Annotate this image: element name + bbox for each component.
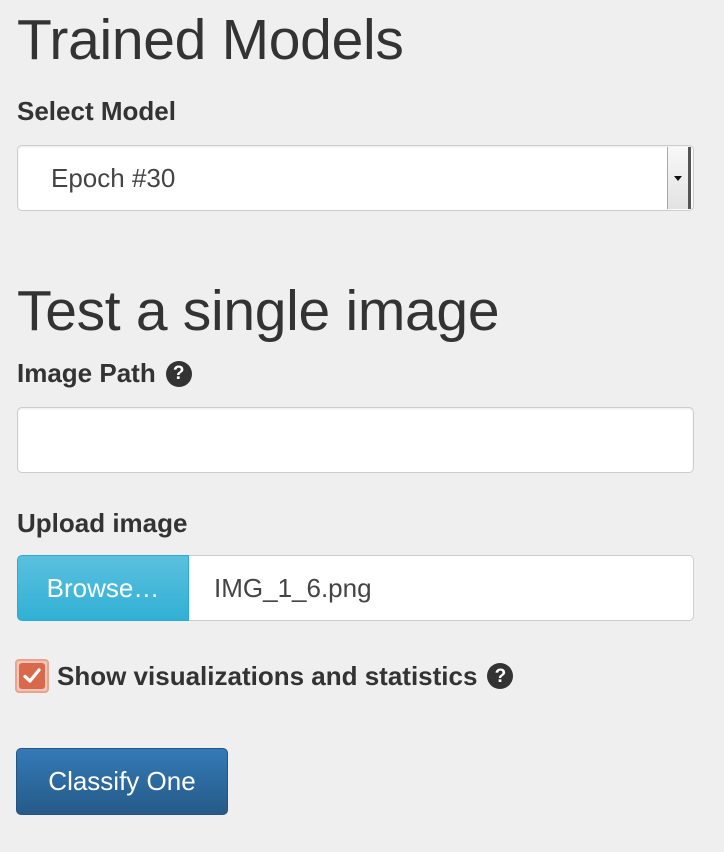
show-visualizations-row: Show visualizations and statistics ? [15, 659, 514, 693]
show-visualizations-label[interactable]: Show visualizations and statistics ? [57, 660, 514, 692]
upload-image-label-text: Upload image [17, 508, 188, 538]
upload-image-label: Upload image [17, 508, 187, 539]
selected-file-name: IMG_1_6.png [189, 555, 694, 621]
caret-down-icon[interactable] [667, 147, 691, 209]
image-path-input[interactable] [17, 407, 694, 473]
test-single-image-title: Test a single image [17, 279, 500, 343]
browse-button[interactable]: Browse… [17, 555, 189, 621]
checkmark-icon [23, 668, 41, 683]
trained-models-title: Trained Models [17, 8, 404, 72]
image-path-label-text: Image Path [17, 358, 156, 388]
show-visualizations-checkbox[interactable] [15, 659, 49, 693]
select-model-label: Select Model [17, 96, 176, 127]
model-select-value: Epoch #30 [51, 162, 176, 193]
model-select[interactable]: Epoch #30 [17, 145, 694, 211]
select-model-label-text: Select Model [17, 96, 176, 126]
classify-one-button[interactable]: Classify One [16, 748, 228, 815]
page: Trained Models Select Model Epoch #30 Te… [0, 0, 724, 852]
question-circle-icon[interactable]: ? [487, 663, 514, 689]
show-visualizations-label-text: Show visualizations and statistics [57, 660, 478, 691]
question-circle-icon[interactable]: ? [165, 360, 192, 387]
image-path-label: Image Path ? [17, 358, 192, 389]
file-upload-group: Browse… IMG_1_6.png [17, 555, 694, 621]
